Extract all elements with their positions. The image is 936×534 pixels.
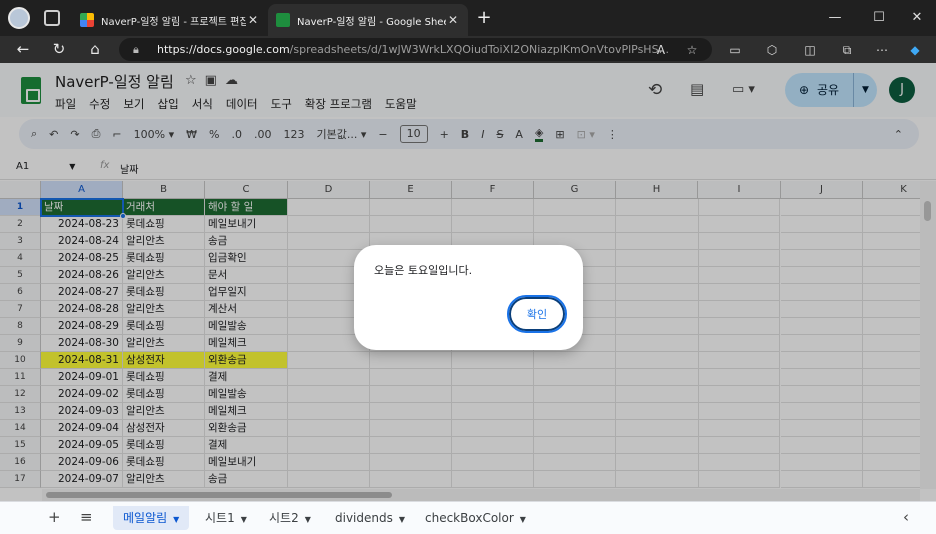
all-sheets-icon[interactable]: ≡ — [80, 508, 93, 526]
sheet-tab-label: checkBoxColor — [425, 511, 514, 525]
tab-actions-icon[interactable] — [44, 10, 60, 26]
more-menu-icon[interactable]: ⋯ — [873, 41, 891, 59]
screen-cast-icon[interactable]: ▭ — [726, 41, 744, 59]
sheet-tab-sheet1[interactable]: 시트1 ▼ — [195, 506, 257, 530]
sheet-tab-dividends[interactable]: dividends ▼ — [325, 506, 415, 530]
tab-title: NaverP-일정 알림 - Google Sheets — [297, 16, 446, 28]
sheet-tab-label: 시트1 — [205, 511, 235, 525]
extensions-icon[interactable]: ⬡ — [763, 41, 781, 59]
split-screen-icon[interactable]: ◫ — [801, 41, 819, 59]
tab-title: NaverP-일정 알림 - 프로젝트 편집 — [101, 16, 246, 28]
url-path: /spreadsheets/d/1wJW3WrkLXQOiudToiXI2ONi… — [289, 43, 670, 56]
sheets-icon — [276, 13, 290, 27]
close-tab-icon[interactable]: ✕ — [246, 13, 260, 27]
read-aloud-icon[interactable]: A — [652, 41, 670, 59]
apps-script-icon — [80, 13, 94, 27]
sheet-tab-label: 시트2 — [269, 511, 299, 525]
add-sheet-icon[interactable]: + — [48, 508, 61, 526]
url-host: https://docs.google.com — [157, 43, 290, 56]
ok-button[interactable]: 확인 — [507, 295, 567, 333]
sheet-tabs-bar: + ≡ 메일알림 ▼ 시트1 ▼ 시트2 ▼ dividends ▼ checkBoxC… — [0, 501, 936, 534]
dialog-message: 오늘은 토요일입니다. — [374, 264, 473, 277]
url-field[interactable]: 🔒︎ https://docs.google.com/spreadsheets/… — [119, 38, 712, 61]
address-bar-row: ← ↻ ⌂ 🔒︎ https://docs.google.com/spreads… — [0, 36, 936, 63]
browser-tab-apps-script[interactable]: NaverP-일정 알림 - 프로젝트 편집 ✕ — [72, 4, 268, 36]
profile-avatar[interactable] — [8, 7, 30, 29]
scroll-tabs-left-icon[interactable]: ‹ — [903, 508, 909, 526]
alert-dialog: 오늘은 토요일입니다. 확인 — [354, 245, 583, 350]
copilot-icon[interactable]: ◆ — [906, 41, 924, 59]
sheet-tab-label: 메일알림 — [123, 511, 168, 525]
sheet-tab-mail-alert[interactable]: 메일알림 ▼ — [113, 506, 190, 530]
browser-titlebar: NaverP-일정 알림 - 프로젝트 편집 ✕ NaverP-일정 알림 - … — [0, 0, 936, 36]
new-tab-button[interactable]: + — [474, 7, 494, 29]
collections-icon[interactable]: ⧉ — [838, 41, 856, 59]
minimize-button[interactable]: — — [824, 8, 846, 28]
home-button[interactable]: ⌂ — [84, 38, 106, 60]
browser-tab-sheets[interactable]: NaverP-일정 알림 - Google Sheets ✕ — [268, 4, 468, 36]
sheet-tab-sheet2[interactable]: 시트2 ▼ — [259, 506, 321, 530]
lock-icon: 🔒︎ — [133, 43, 139, 56]
sheet-tab-checkboxcolor[interactable]: checkBoxColor ▼ — [415, 506, 536, 530]
sheet-tab-label: dividends — [335, 511, 393, 525]
close-tab-icon[interactable]: ✕ — [446, 13, 460, 27]
refresh-button[interactable]: ↻ — [48, 38, 70, 60]
favorite-star-icon[interactable]: ☆ — [683, 41, 701, 59]
back-button[interactable]: ← — [12, 38, 34, 60]
maximize-button[interactable]: ☐ — [868, 8, 890, 28]
close-window-button[interactable]: ✕ — [906, 8, 928, 28]
